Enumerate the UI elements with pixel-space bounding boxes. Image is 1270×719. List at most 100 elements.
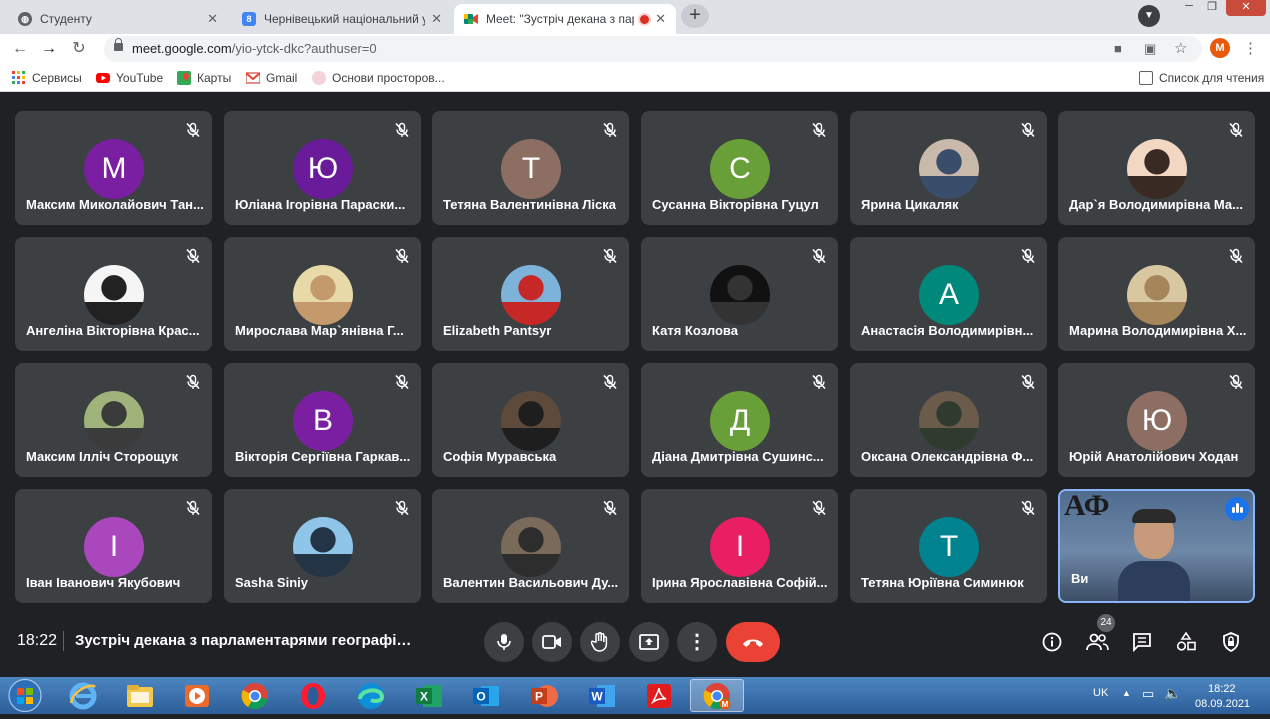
taskbar-button[interactable] [113,679,167,712]
bookmark-osnovy[interactable]: Основи просторов... [312,71,445,85]
participant-name: Максим Миколайович Тан... [26,197,204,212]
participant-tile[interactable]: М Максим Миколайович Тан... [15,111,212,225]
start-button[interactable] [3,677,47,714]
tab-close-icon[interactable]: ✕ [431,11,442,27]
microphone-button[interactable] [484,622,524,662]
bookmark-youtube[interactable]: YouTube [96,71,163,85]
minimize-icon[interactable]: ─ [1178,0,1200,16]
participant-tile[interactable]: Оксана Олександрівна Ф... [850,363,1047,477]
bookmark-services[interactable]: Сервисы [12,71,82,85]
tab-university[interactable]: 8 Чернівецький національний ун ✕ [232,4,452,34]
participant-tile[interactable]: Т Тетяна Юріївна Симинюк [850,489,1047,603]
hand-icon [590,632,608,652]
svg-text:O: O [476,689,485,703]
participant-avatar: І [710,517,770,577]
address-bar[interactable]: meet.google.com/yio-ytck-dkc?authuser=0 … [104,36,1202,62]
taskbar-clock[interactable]: 18:22 [1208,683,1236,695]
windows-taskbar: UK ▲ ▭ 🔈 18:22 08.09.2021 X O P W M [0,677,1270,714]
bookmark-gmail[interactable]: Gmail [245,71,297,85]
mic-off-icon [811,248,827,264]
participant-tile[interactable]: Т Тетяна Валентинівна Ліска [432,111,629,225]
chrome-menu-icon[interactable]: ⋮ [1243,39,1258,57]
taskbar-button[interactable] [56,679,110,712]
taskbar-button[interactable]: O [459,679,513,712]
tab-meet[interactable]: Meet: "Зустріч декана з пар ✕ [454,4,676,34]
taskbar-button[interactable]: P [517,679,571,712]
meeting-title[interactable]: Зустріч декана з парламентарями географі… [75,632,420,649]
taskbar-button[interactable] [170,679,224,712]
participant-tile[interactable]: В Вікторія Сергіївна Гаркав... [224,363,421,477]
lock-icon [114,38,123,51]
participant-tile[interactable]: Д Діана Дмитрівна Сушинс... [641,363,838,477]
meeting-details-button[interactable] [1039,629,1065,655]
taskbar-button[interactable]: W [575,679,629,712]
self-video-tile[interactable]: АФ Ви [1058,489,1255,603]
participant-name: Катя Козлова [652,323,738,338]
participant-tile[interactable]: Марина Володимирівна Х... [1058,237,1255,351]
taskbar-button[interactable] [344,679,398,712]
participant-avatar: І [84,517,144,577]
taskbar-button[interactable] [632,679,686,712]
word-icon: W [587,682,617,710]
reload-icon[interactable]: ↻ [68,38,90,60]
tab-close-icon[interactable]: ✕ [655,11,666,27]
participant-avatar: А [919,265,979,325]
tab-studentu[interactable]: ◍ Студенту ✕ [8,4,228,34]
participant-tile[interactable]: С Сусанна Вікторівна Гуцул [641,111,838,225]
mic-off-icon [1020,122,1036,138]
camera-icon[interactable]: ■ [1114,41,1122,56]
participant-tile[interactable]: Ю Юрій Анатолійович Ходан [1058,363,1255,477]
participant-tile[interactable]: Катя Козлова [641,237,838,351]
bookmark-maps[interactable]: Карты [177,71,231,85]
participant-tile[interactable]: Софія Муравська [432,363,629,477]
taskbar-date[interactable]: 08.09.2021 [1195,698,1250,710]
activities-button[interactable] [1173,629,1199,655]
url-text[interactable]: meet.google.com/yio-ytck-dkc?authuser=0 [132,41,377,56]
participant-tile[interactable]: Sasha Siniy [224,489,421,603]
participant-tile[interactable]: Дар`я Володимирівна Ма... [1058,111,1255,225]
participant-tile[interactable]: І Іван Іванович Якубович [15,489,212,603]
participant-photo-icon [84,265,144,325]
camera-button[interactable] [532,622,572,662]
mic-off-icon [185,122,201,138]
more-options-button[interactable]: ⋮ [677,622,717,662]
participant-tile[interactable]: Валентин Васильович Ду... [432,489,629,603]
taskbar-button[interactable]: X [402,679,456,712]
mic-off-icon [185,248,201,264]
chat-button[interactable] [1129,629,1155,655]
tab-search-icon[interactable]: ▼ [1138,5,1160,27]
raise-hand-button[interactable] [580,622,620,662]
network-icon[interactable]: ▭ [1142,686,1154,702]
volume-icon[interactable]: 🔈 [1164,685,1181,702]
show-hidden-icons-icon[interactable]: ▲ [1122,688,1131,698]
translate-icon[interactable]: ▣ [1144,41,1156,57]
participant-tile[interactable]: І Ірина Ярославівна Софій... [641,489,838,603]
participant-tile[interactable]: Максим Ілліч Сторощук [15,363,212,477]
forward-icon[interactable]: → [38,38,60,60]
reading-list[interactable]: Список для чтения [1139,71,1264,85]
edge-icon [356,681,386,711]
present-screen-button[interactable] [629,622,669,662]
participant-tile[interactable]: Мирослава Мар`янівна Г... [224,237,421,351]
leave-call-button[interactable] [726,622,780,662]
taskbar-button[interactable] [228,679,282,712]
maximize-icon[interactable]: ❐ [1202,0,1222,16]
host-controls-button[interactable] [1218,629,1244,655]
participant-photo-icon [501,265,561,325]
back-icon[interactable]: ← [9,38,31,60]
taskbar-button[interactable] [286,679,340,712]
participant-tile[interactable]: А Анастасія Володимирівн... [850,237,1047,351]
tab-close-icon[interactable]: ✕ [207,11,218,27]
mic-off-icon [1020,500,1036,516]
participant-tile[interactable]: Elizabeth Pantsyr [432,237,629,351]
profile-avatar[interactable]: M [1210,38,1230,58]
people-button[interactable] [1084,629,1110,655]
star-icon[interactable]: ☆ [1174,39,1187,57]
close-window-icon[interactable]: ✕ [1226,0,1266,16]
participant-tile[interactable]: Ярина Цикаляк [850,111,1047,225]
participant-tile[interactable]: Ангеліна Вікторівна Крас... [15,237,212,351]
new-tab-button[interactable]: + [681,4,709,28]
language-indicator[interactable]: UK [1093,687,1108,699]
participant-tile[interactable]: Ю Юліана Ігорівна Параски... [224,111,421,225]
taskbar-button[interactable]: M [690,679,744,712]
